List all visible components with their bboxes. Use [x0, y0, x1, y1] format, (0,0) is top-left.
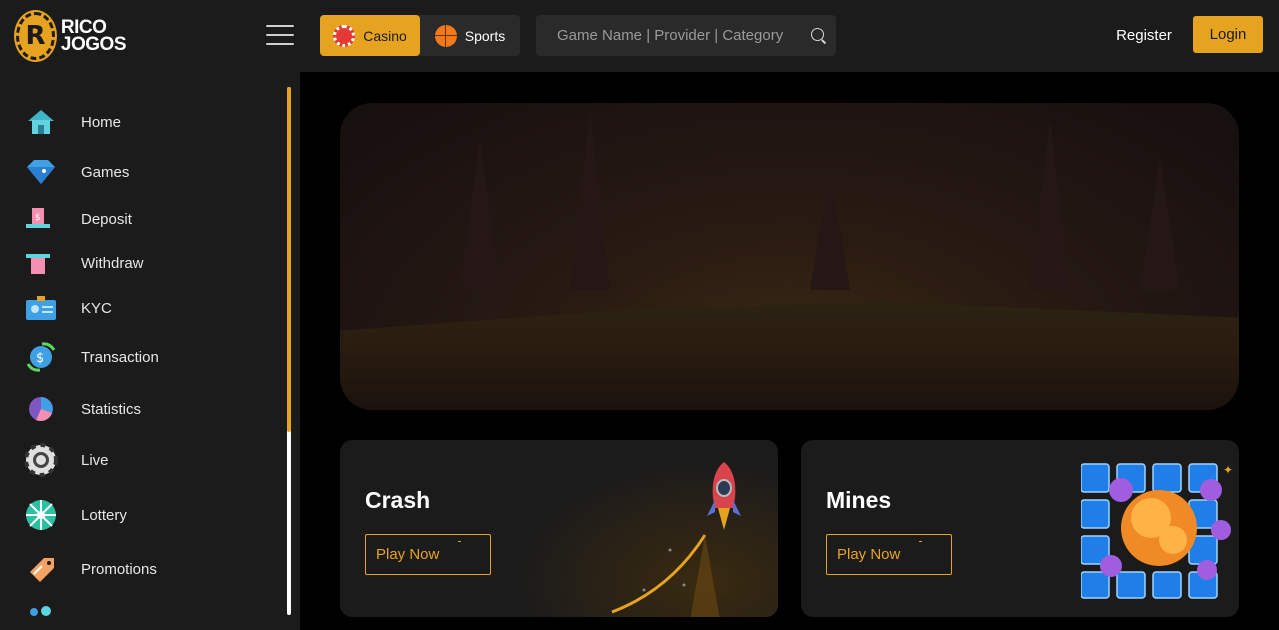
- svg-text:$: $: [35, 213, 41, 223]
- id-card-icon: [26, 296, 56, 320]
- banner-rock: [570, 110, 610, 290]
- game-title: Crash: [365, 487, 431, 513]
- sidebar-item-lottery[interactable]: Lottery: [24, 498, 127, 532]
- game-card-mines[interactable]: ✦ Mines Play Now: [801, 440, 1239, 617]
- search-input[interactable]: [536, 15, 806, 56]
- logo-badge-icon: R: [16, 12, 55, 60]
- sidebar-item-label: Statistics: [81, 400, 142, 418]
- sidebar-item-games[interactable]: Games: [24, 155, 129, 189]
- sidebar-scroll-thumb[interactable]: [287, 87, 291, 432]
- sidebar-item-home[interactable]: Home: [24, 105, 121, 139]
- banner-rock: [460, 140, 500, 290]
- banner-rock: [1030, 120, 1070, 290]
- sidebar-item-label: Transaction: [81, 348, 159, 366]
- sidebar-scrollbar[interactable]: [287, 87, 291, 615]
- play-now-button[interactable]: Play Now: [365, 534, 491, 575]
- sidebar-item-label: Withdraw: [81, 254, 144, 272]
- logo-line-2: JOGOS: [60, 34, 127, 55]
- brand-logo[interactable]: R RICO JOGOS: [16, 10, 127, 62]
- sidebar-item-label: Lottery: [81, 506, 127, 524]
- sidebar-item-label: Home: [81, 113, 122, 131]
- withdraw-icon: [26, 254, 50, 274]
- logo-wordmark: RICO JOGOS: [60, 18, 127, 55]
- pie-chart-icon: [29, 397, 53, 421]
- play-now-label: Play Now: [837, 546, 901, 563]
- rocket-icon: [707, 462, 741, 530]
- game-title: Mines: [826, 487, 892, 513]
- svg-text:✦: ✦: [1223, 463, 1233, 477]
- basketball-icon: [434, 24, 457, 47]
- sidebar-item-promotions[interactable]: Promotions: [24, 552, 157, 586]
- mines-explosion-icon: ✦: [1081, 463, 1233, 599]
- button-accent: [458, 541, 461, 542]
- play-now-button[interactable]: Play Now: [826, 534, 952, 575]
- hero-banner[interactable]: [340, 103, 1239, 410]
- banner-rock: [810, 170, 850, 290]
- tab-casino-label: Casino: [363, 27, 407, 44]
- diamond-icon: [27, 160, 55, 184]
- sidebar-item-label: Live: [81, 451, 109, 469]
- tab-casino[interactable]: Casino: [320, 15, 420, 56]
- sidebar: Home Games $ Deposit Withdraw KYC $ Tran…: [0, 72, 300, 630]
- top-header: R RICO JOGOS Casino Sports Register Logi…: [0, 0, 1279, 72]
- sidebar-item-label: Deposit: [81, 210, 132, 228]
- menu-toggle-icon[interactable]: [266, 25, 294, 45]
- sidebar-item-label: KYC: [81, 299, 112, 317]
- sidebar-item-label: Promotions: [81, 560, 157, 578]
- sidebar-item-label: Games: [81, 163, 130, 181]
- home-icon: [28, 110, 54, 134]
- sidebar-item-kyc[interactable]: KYC: [24, 291, 112, 325]
- tag-icon: [30, 558, 54, 582]
- sidebar-item-transaction[interactable]: $ Transaction: [24, 340, 159, 374]
- poker-chip-icon: [24, 443, 58, 477]
- banner-rock: [1140, 160, 1180, 290]
- game-card-crash[interactable]: Crash Play Now: [340, 440, 778, 617]
- button-accent: [919, 541, 922, 542]
- search-box: [536, 15, 836, 56]
- sidebar-item-deposit[interactable]: $ Deposit: [24, 202, 132, 236]
- login-button[interactable]: Login: [1193, 16, 1263, 53]
- sidebar-item-live[interactable]: Live: [24, 443, 109, 477]
- users-icon: [30, 606, 51, 616]
- banner-ground: [340, 301, 1239, 410]
- coin-exchange-icon: $: [26, 342, 56, 372]
- sidebar-item-withdraw[interactable]: Withdraw: [24, 246, 144, 280]
- sidebar-item-partial[interactable]: [24, 604, 58, 630]
- casino-chip-icon: [333, 24, 356, 47]
- rocket-trail: [611, 534, 720, 617]
- tab-sports[interactable]: Sports: [420, 15, 520, 56]
- logo-badge-letter: R: [25, 21, 46, 51]
- svg-text:$: $: [36, 351, 44, 366]
- sidebar-item-statistics[interactable]: Statistics: [24, 392, 141, 426]
- deposit-icon: $: [26, 208, 50, 228]
- lottery-wheel-icon: [26, 500, 56, 530]
- register-button[interactable]: Register: [1104, 20, 1184, 50]
- play-now-label: Play Now: [376, 546, 440, 563]
- product-tabs: Casino Sports: [320, 15, 520, 56]
- tab-sports-label: Sports: [464, 27, 506, 44]
